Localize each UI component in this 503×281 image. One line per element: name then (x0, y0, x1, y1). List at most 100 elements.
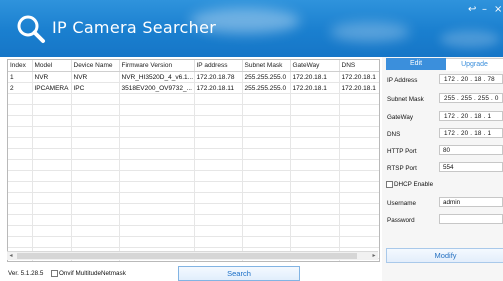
empty-table-row (8, 159, 379, 171)
empty-cell (71, 115, 120, 127)
table-row[interactable]: 1 NVR NVR NVR_HI3520D_4_v6.1... 172.20.1… (8, 71, 379, 83)
empty-cell (339, 236, 379, 248)
empty-cell (119, 225, 195, 237)
empty-cell (194, 126, 243, 138)
empty-table-row (8, 126, 379, 138)
empty-cell (194, 104, 243, 116)
empty-cell (32, 159, 72, 171)
device-table: Index Model Device Name Firmware Version… (7, 59, 380, 262)
table-row[interactable]: 2 IPCAMERA IPC 3518EV200_OV9732_... 172.… (8, 82, 379, 94)
empty-cell (242, 192, 291, 204)
tab-edit[interactable]: Edit (386, 58, 446, 70)
modify-button[interactable]: Modify (386, 248, 503, 263)
onvif-multitude-netmask-checkbox[interactable] (51, 270, 58, 277)
empty-cell (71, 148, 120, 160)
minimize-button[interactable]: ↩ (468, 5, 476, 15)
scrollbar-thumb[interactable] (17, 253, 357, 259)
empty-cell (339, 159, 379, 171)
empty-cell (242, 236, 291, 248)
column-header-subnet-mask[interactable]: Subnet Mask (242, 60, 291, 72)
empty-cell (290, 225, 340, 237)
empty-cell (194, 93, 243, 105)
cell-firmware: 3518EV200_OV9732_... (119, 82, 195, 94)
close-button[interactable]: × (494, 5, 502, 15)
empty-cell (194, 148, 243, 160)
empty-cell (242, 148, 291, 160)
subnet-mask-field[interactable]: 255 . 255 . 255 . 0 (439, 93, 503, 103)
gateway-label: GateWay (387, 114, 414, 121)
scroll-left-icon[interactable]: ◂ (7, 252, 15, 260)
column-header-ip-address[interactable]: IP address (194, 60, 243, 72)
ip-address-field[interactable]: 172 . 20 . 18 . 78 (439, 74, 503, 84)
cell-ip: 172.20.18.78 (194, 71, 243, 83)
column-header-index[interactable]: Index (8, 60, 33, 72)
dhcp-enable-label: DHCP Enable (394, 181, 434, 188)
empty-cell (290, 236, 340, 248)
empty-cell (71, 93, 120, 105)
empty-cell (8, 126, 33, 138)
empty-cell (339, 115, 379, 127)
empty-table-row (8, 148, 379, 160)
column-header-dns[interactable]: DNS (339, 60, 379, 72)
dhcp-enable-checkbox[interactable] (386, 181, 393, 188)
gateway-field[interactable]: 172 . 20 . 18 . 1 (439, 111, 503, 121)
column-header-firmware-version[interactable]: Firmware Version (119, 60, 195, 72)
empty-cell (8, 93, 33, 105)
dns-label: DNS (387, 131, 401, 138)
empty-cell (290, 214, 340, 226)
rtsp-port-label: RTSP Port (387, 165, 417, 172)
empty-cell (8, 159, 33, 171)
empty-cell (71, 181, 120, 193)
empty-cell (8, 236, 33, 248)
column-header-gateway[interactable]: GateWay (290, 60, 340, 72)
empty-cell (71, 159, 120, 171)
empty-cell (339, 137, 379, 149)
empty-cell (194, 159, 243, 171)
empty-cell (242, 170, 291, 182)
empty-cell (32, 203, 72, 215)
empty-cell (290, 148, 340, 160)
empty-cell (32, 104, 72, 116)
search-button[interactable]: Search (178, 266, 300, 281)
rtsp-port-field[interactable]: 554 (439, 162, 503, 172)
cell-index: 2 (8, 82, 33, 94)
empty-cell (8, 225, 33, 237)
empty-cell (339, 148, 379, 160)
dns-field[interactable]: 172 . 20 . 18 . 1 (439, 128, 503, 138)
horizontal-scrollbar[interactable]: ◂ ▸ (7, 251, 378, 260)
empty-cell (32, 170, 72, 182)
empty-cell (290, 126, 340, 138)
http-port-field[interactable]: 80 (439, 145, 503, 155)
empty-cell (8, 137, 33, 149)
empty-cell (119, 203, 195, 215)
empty-cell (194, 192, 243, 204)
cell-subnet: 255.255.255.0 (242, 82, 291, 94)
restore-button[interactable]: – (482, 5, 487, 15)
tab-upgrade[interactable]: Upgrade (446, 58, 503, 71)
empty-cell (119, 236, 195, 248)
cell-model: IPCAMERA (32, 82, 72, 94)
column-header-model[interactable]: Model (32, 60, 72, 72)
password-field[interactable] (439, 214, 503, 224)
empty-cell (71, 137, 120, 149)
username-label: Username (387, 200, 417, 207)
http-port-label: HTTP Port (387, 148, 417, 155)
column-header-device-name[interactable]: Device Name (71, 60, 120, 72)
empty-cell (194, 225, 243, 237)
empty-cell (8, 115, 33, 127)
username-field[interactable]: admin (439, 197, 503, 207)
cell-device-name: NVR (71, 71, 120, 83)
cell-dns: 172.20.18.1 (339, 82, 379, 94)
empty-table-row (8, 236, 379, 248)
version-label: Ver. 5.1.28.5 (8, 270, 44, 277)
empty-cell (119, 181, 195, 193)
empty-cell (290, 93, 340, 105)
empty-cell (32, 214, 72, 226)
empty-cell (242, 159, 291, 171)
empty-cell (8, 104, 33, 116)
header-banner: IP Camera Searcher ↩ – × (0, 0, 503, 57)
scroll-right-icon[interactable]: ▸ (370, 252, 378, 260)
empty-cell (8, 170, 33, 182)
empty-cell (32, 148, 72, 160)
subnet-mask-label: Subnet Mask (387, 96, 424, 103)
